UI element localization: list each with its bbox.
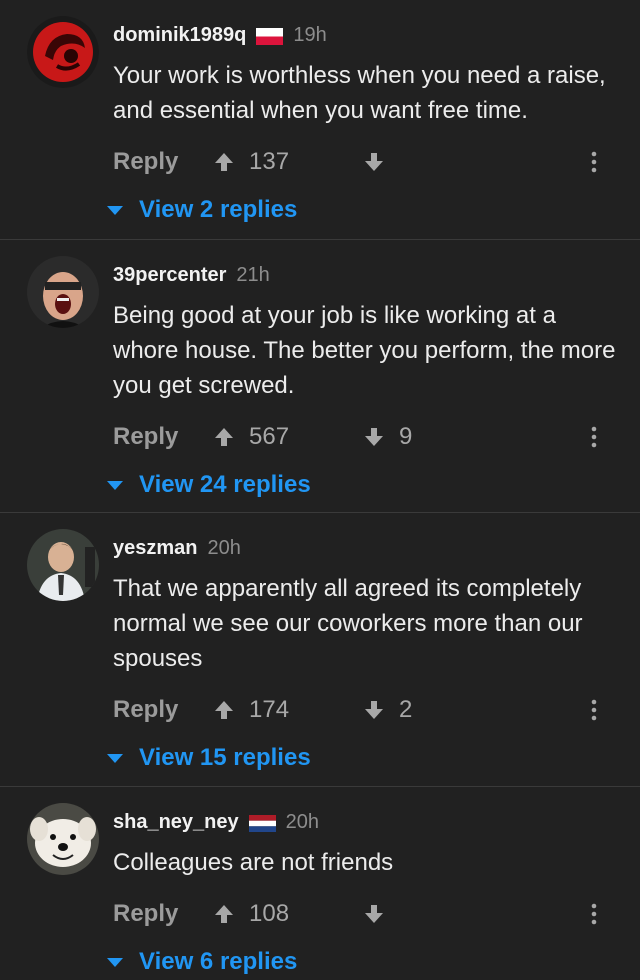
avatar-man-in-suit-icon (27, 529, 99, 601)
upvote-button[interactable]: 108 (213, 900, 363, 928)
comment-text: Your work is worthless when you need a r… (113, 62, 606, 124)
downvote-count: 9 (399, 423, 413, 450)
comment: yeszman 20h That we apparently all agree… (0, 513, 640, 787)
reply-button[interactable]: Reply (113, 423, 213, 451)
timestamp: 20h (285, 810, 320, 833)
downvote-arrow-icon (365, 701, 383, 719)
caret-down-icon (107, 205, 123, 215)
comment-text: Colleagues are not friends (113, 849, 394, 876)
upvote-arrow-icon (215, 701, 233, 719)
more-options-button[interactable] (582, 698, 606, 722)
more-options-button[interactable] (582, 425, 606, 449)
upvote-arrow-icon (215, 428, 233, 446)
view-replies-button[interactable]: View 2 replies (107, 192, 616, 228)
more-vertical-icon (591, 903, 597, 925)
view-replies-label: View 2 replies (139, 196, 298, 223)
avatar[interactable] (27, 529, 99, 601)
downvote-arrow-icon (365, 905, 383, 923)
upvote-button[interactable]: 137 (213, 148, 363, 176)
more-options-button[interactable] (582, 150, 606, 174)
reply-button[interactable]: Reply (113, 900, 213, 928)
upvote-count: 137 (249, 148, 290, 175)
username[interactable]: yeszman (113, 537, 198, 560)
more-options-button[interactable] (582, 902, 606, 926)
more-vertical-icon (591, 699, 597, 721)
comment-text: Being good at your job is like working a… (113, 302, 616, 399)
upvote-arrow-icon (215, 905, 233, 923)
upvote-count: 174 (249, 696, 290, 723)
timestamp: 20h (207, 536, 241, 559)
downvote-count: 2 (399, 696, 413, 723)
caret-down-icon (107, 957, 123, 967)
caret-down-icon (107, 753, 123, 763)
upvote-arrow-icon (215, 153, 233, 171)
username[interactable]: 39percenter (113, 264, 226, 287)
username[interactable]: sha_ney_ney (113, 811, 239, 834)
downvote-button[interactable] (363, 151, 503, 173)
upvote-button[interactable]: 174 (213, 696, 363, 724)
downvote-button[interactable] (363, 903, 503, 925)
view-replies-button[interactable]: View 6 replies (107, 944, 616, 980)
reply-button[interactable]: Reply (113, 148, 213, 176)
timestamp: 19h (293, 23, 327, 46)
avatar[interactable] (27, 803, 99, 875)
downvote-button[interactable]: 9 (363, 423, 503, 451)
comment: 39percenter 21h Being good at your job i… (0, 240, 640, 513)
view-replies-label: View 15 replies (139, 744, 311, 771)
upvote-count: 108 (249, 900, 290, 927)
more-vertical-icon (591, 426, 597, 448)
view-replies-label: View 6 replies (139, 948, 298, 975)
comment: dominik1989q 19h Your work is worthless … (0, 0, 640, 240)
flag-poland-icon (256, 27, 284, 45)
upvote-count: 567 (249, 423, 290, 450)
downvote-arrow-icon (365, 153, 383, 171)
view-replies-button[interactable]: View 15 replies (107, 740, 616, 776)
avatar[interactable] (27, 16, 99, 88)
avatar-red-emblem-icon (27, 16, 99, 88)
more-vertical-icon (591, 151, 597, 173)
comment-text: That we apparently all agreed its comple… (113, 575, 583, 672)
view-replies-button[interactable]: View 24 replies (107, 467, 616, 503)
timestamp: 21h (236, 263, 270, 286)
flag-netherlands-icon (248, 814, 276, 832)
comment: sha_ney_ney 20h Colleagues are not frien… (0, 787, 640, 979)
username[interactable]: dominik1989q (113, 24, 246, 47)
reply-button[interactable]: Reply (113, 696, 213, 724)
avatar-screaming-face-icon (27, 256, 99, 328)
avatar[interactable] (27, 256, 99, 328)
caret-down-icon (107, 480, 123, 490)
downvote-arrow-icon (365, 428, 383, 446)
avatar-white-dog-icon (27, 803, 99, 875)
downvote-button[interactable]: 2 (363, 696, 503, 724)
upvote-button[interactable]: 567 (213, 423, 363, 451)
view-replies-label: View 24 replies (139, 471, 311, 498)
